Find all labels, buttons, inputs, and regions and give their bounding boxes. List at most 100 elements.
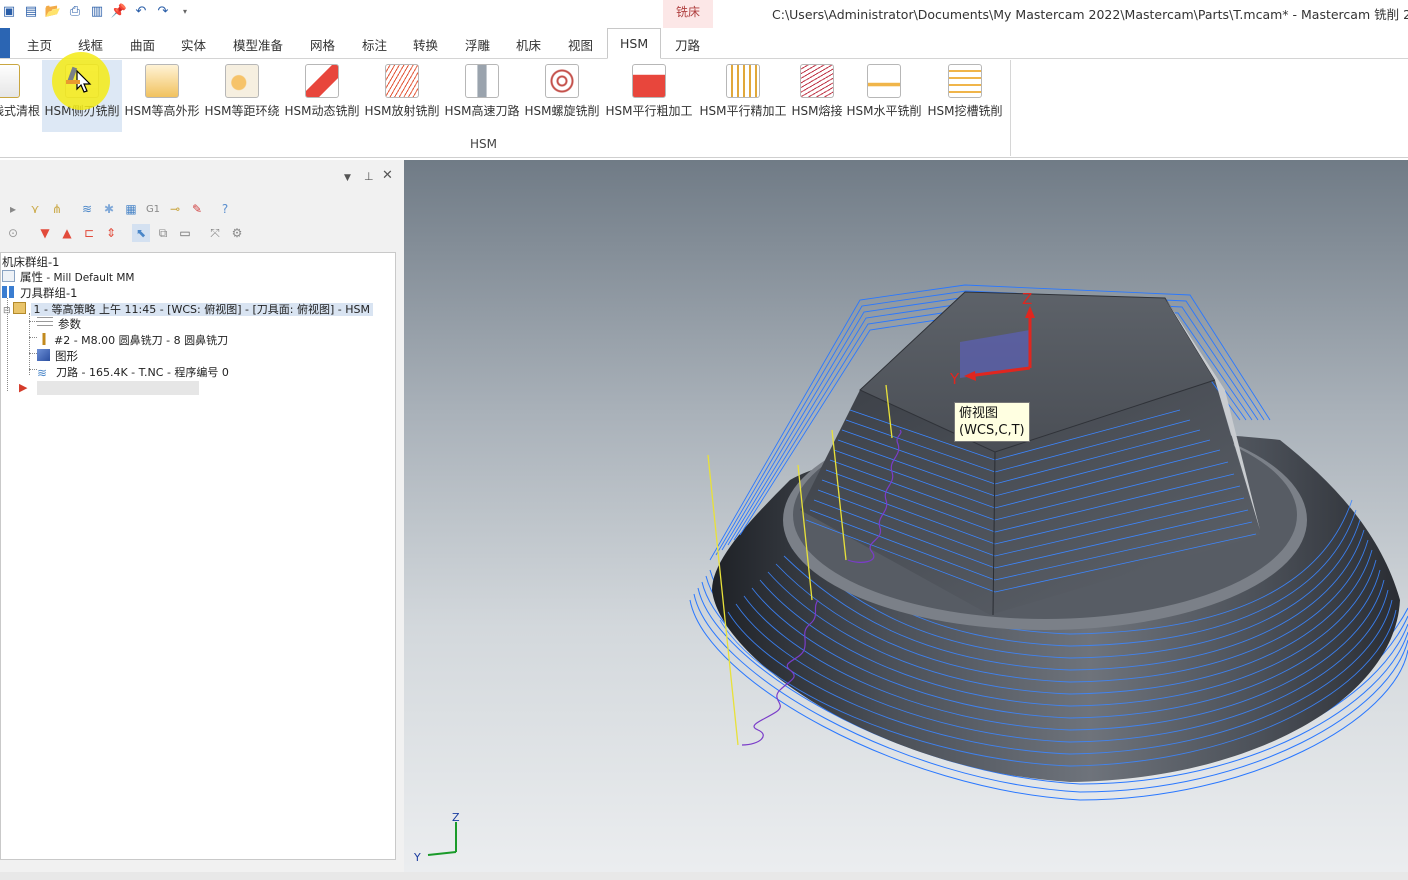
parallel-finish-icon	[726, 64, 760, 98]
save-as-icon[interactable]: ▥	[88, 2, 106, 20]
tree-properties[interactable]: 属性 - Mill Default MM	[2, 269, 134, 285]
copy-icon[interactable]: ⧉	[154, 224, 172, 242]
tree-toolpath[interactable]: ≋ 刀路 - 165.4K - T.NC - 程序编号 0	[37, 364, 229, 380]
expand-all-icon[interactable]: ⤧	[206, 224, 224, 242]
rest-cleanup-button[interactable]: 残式清根	[0, 60, 42, 132]
tree-parameters[interactable]: 参数	[37, 316, 81, 332]
parallel-rough-icon	[632, 64, 666, 98]
group-icon	[2, 286, 15, 298]
triad-z-label: Z	[452, 811, 460, 824]
tree-guide-line	[29, 313, 30, 375]
tree-guide-line	[29, 369, 37, 370]
tree-operation-1[interactable]: ⊟ 1 - 等高策略 上午 11:45 - [WCS: 俯视图] - [刀具面: …	[3, 301, 373, 317]
tab-mesh[interactable]: 网格	[310, 35, 335, 54]
hsm-waterline-button[interactable]: HSM等高外形	[122, 60, 202, 132]
help-icon[interactable]: ?	[216, 200, 234, 218]
axis-z-label: Z	[1022, 290, 1032, 308]
tree-parameters-label: 参数	[58, 317, 81, 331]
hsm-highspeed-button[interactable]: HSM高速刀路	[442, 60, 522, 132]
collapse-icon[interactable]: ⊟	[3, 306, 11, 316]
insert-position-bar	[37, 381, 199, 395]
hsm-spiral-button[interactable]: HSM螺旋铣削	[522, 60, 602, 132]
hsm-pocket-button[interactable]: HSM挖槽铣削	[924, 60, 1006, 132]
hsm-scallop-button[interactable]: HSM等距环绕	[202, 60, 282, 132]
move-up-icon[interactable]: ▲	[58, 224, 76, 242]
tab-relief[interactable]: 浮雕	[465, 35, 490, 54]
insert-arrow-marker[interactable]: ▶	[19, 380, 27, 394]
highfeed-icon[interactable]: ✎	[188, 200, 206, 218]
ribbon-group-label: HSM	[470, 137, 497, 151]
operations-tree: 机床群组-1 属性 - Mill Default MM 刀具群组-1 ⊟ 1 - …	[0, 252, 396, 860]
graphics-viewport[interactable]: Z Y Z Y	[404, 160, 1408, 880]
tab-dimension[interactable]: 标注	[362, 35, 387, 54]
open-icon[interactable]: 📂	[44, 2, 62, 20]
waterline-icon	[145, 64, 179, 98]
window-title: C:\Users\Administrator\Documents\My Mast…	[772, 7, 1408, 22]
customize-icon[interactable]: ▾	[176, 2, 194, 20]
select-invalid-icon[interactable]: ⋎	[26, 200, 44, 218]
tab-hsm[interactable]: HSM	[607, 28, 662, 59]
scallop-icon	[225, 64, 259, 98]
tree-toolpath-label: 刀路 - 165.4K - T.NC - 程序编号 0	[56, 366, 229, 379]
hsm-parallel-rough-button[interactable]: HSM平行粗加工	[602, 60, 696, 132]
tree-tool[interactable]: #2 - M8.00 圆鼻铣刀 - 8 圆鼻铣刀	[39, 332, 228, 348]
post-icon[interactable]: ⊸	[166, 200, 184, 218]
hsm-blend-button[interactable]: HSM熔接	[790, 60, 844, 132]
tab-solids[interactable]: 实体	[181, 35, 206, 54]
insert-arrow-icon[interactable]: ⊏	[80, 224, 98, 242]
undo-icon[interactable]: ↶	[132, 2, 150, 20]
pin-icon[interactable]: 📌	[110, 2, 128, 20]
highspeed-icon	[465, 64, 499, 98]
regenerate-dirty-icon[interactable]: ✱	[100, 200, 118, 218]
dropdown-arrow-icon[interactable]: ▼	[344, 173, 351, 183]
pin-icon[interactable]: ⊥	[364, 170, 374, 183]
display-options-icon[interactable]: ▭	[176, 224, 194, 242]
parameters-icon	[37, 317, 53, 329]
radial-icon	[385, 64, 419, 98]
view-tooltip: 俯视图 (WCS,C,T)	[954, 402, 1030, 442]
backplot-icon[interactable]: ▦	[122, 200, 140, 218]
lock-icon[interactable]: ⊙	[4, 224, 22, 242]
tab-toolpaths[interactable]: 刀路	[675, 35, 700, 54]
ribbon-panel: 残式清根 HSM侧刃铣削 HSM等高外形 HSM等距环绕 HSM动态铣削 HSM…	[0, 60, 1408, 158]
tab-transform[interactable]: 转换	[413, 35, 438, 54]
save-icon[interactable]: ▣	[0, 2, 18, 20]
tree-machine-group[interactable]: 机床群组-1	[2, 254, 59, 270]
redo-icon[interactable]: ↷	[154, 2, 172, 20]
spiral-icon	[545, 64, 579, 98]
panel-header: ▼ ⊥ ✕	[0, 160, 404, 194]
hsm-dynamic-button[interactable]: HSM动态铣削	[282, 60, 362, 132]
hsm-parallel-finish-button[interactable]: HSM平行精加工	[696, 60, 790, 132]
regenerate-all-icon[interactable]: ≋	[78, 200, 96, 218]
toolpath-icon: ≋	[37, 366, 48, 380]
tab-model-prep[interactable]: 模型准备	[233, 35, 283, 54]
settings-icon[interactable]: ⚙	[228, 224, 246, 242]
g1-verify-icon[interactable]: G1	[144, 200, 162, 218]
toggle-select-icon[interactable]: ⋔	[48, 200, 66, 218]
side-cut-glyph-icon	[66, 66, 80, 84]
tree-toolpath-group[interactable]: 刀具群组-1	[2, 285, 77, 301]
tab-machine[interactable]: 机床	[516, 35, 541, 54]
save-all-icon[interactable]: ▤	[22, 2, 40, 20]
file-tab[interactable]	[0, 28, 10, 58]
panel-toolbar-row-2: ⊙ ▼ ▲ ⊏ ⇕ ⬉ ⧉ ▭ ⤧ ⚙	[4, 222, 246, 244]
panel-toolbar-row-1: ▸ ⋎ ⋔ ≋ ✱ ▦ G1 ⊸ ✎ ?	[4, 198, 234, 220]
print-icon[interactable]: ⎙	[66, 2, 84, 20]
tab-view[interactable]: 视图	[568, 35, 593, 54]
insert-arrow-icon: ▶	[19, 381, 28, 394]
tree-properties-label: 属性	[20, 270, 43, 284]
only-display-selected-icon[interactable]: ⬉	[132, 224, 150, 242]
operation-folder-icon	[12, 302, 26, 314]
hsm-horizontal-button[interactable]: HSM水平铣削	[844, 60, 924, 132]
tree-operation-label: 1 - 等高策略 上午 11:45 - [WCS: 俯视图] - [刀具面: 俯…	[30, 303, 373, 316]
tree-guide-line	[29, 321, 37, 322]
scroll-to-icon[interactable]: ⇕	[102, 224, 120, 242]
move-down-icon[interactable]: ▼	[36, 224, 54, 242]
axis-y-label: Y	[949, 370, 960, 388]
close-icon[interactable]: ✕	[382, 168, 393, 183]
hsm-radial-button[interactable]: HSM放射铣削	[362, 60, 442, 132]
select-all-icon[interactable]: ▸	[4, 200, 22, 218]
tab-surfaces[interactable]: 曲面	[130, 35, 155, 54]
tree-geometry[interactable]: 图形	[37, 348, 78, 364]
tab-home[interactable]: 主页	[27, 35, 52, 54]
